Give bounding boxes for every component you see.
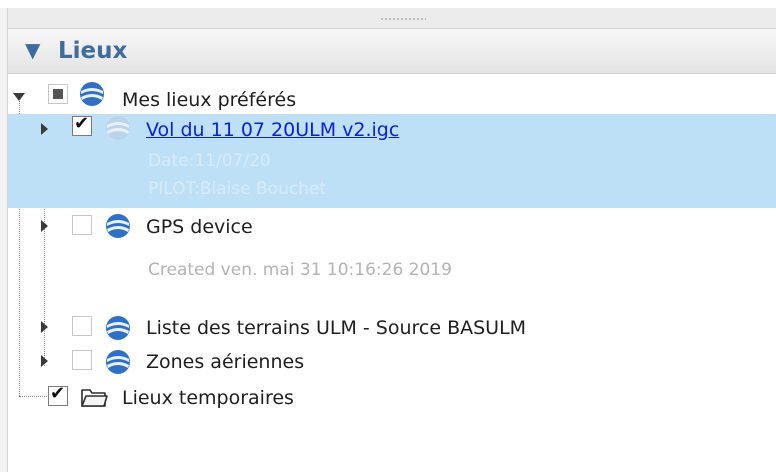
tree-item-lieux-temporaires[interactable]: ✔ Lieux temporaires (8, 382, 776, 416)
expand-down-icon[interactable] (13, 91, 25, 103)
expand-right-icon[interactable] (39, 123, 49, 135)
globe-icon (106, 214, 130, 238)
tree-item-liste-terrains[interactable]: Liste des terrains ULM - Source BASULM (8, 312, 776, 346)
tree-item-zones-aeriennes[interactable]: Zones aériennes (8, 346, 776, 380)
globe-icon (106, 116, 130, 140)
expand-right-icon[interactable] (39, 220, 49, 232)
checkbox-checked[interactable]: ✔ (48, 384, 68, 406)
places-panel: ▼ Lieux Mes lieux préférés ✔ Vol du 11 0… (0, 0, 776, 472)
tree-item-label: Lieux temporaires (122, 387, 294, 409)
item-description: Date:11/07/20 (148, 151, 271, 171)
tree-item-label: Liste des terrains ULM - Source BASULM (146, 317, 527, 339)
checkbox-checked[interactable]: ✔ (72, 114, 92, 136)
tree-item-mes-lieux-preferes[interactable]: Mes lieux préférés (8, 82, 776, 116)
tree-item-gps-device[interactable]: GPS device Created ven. mai 31 10:16:26 … (8, 210, 776, 290)
panel-title: Lieux (58, 38, 128, 64)
checkbox-unchecked[interactable] (72, 350, 92, 370)
places-tree: Mes lieux préférés ✔ Vol du 11 07 20ULM … (8, 74, 776, 472)
item-description: Created ven. mai 31 10:16:26 2019 (148, 260, 452, 280)
globe-icon (80, 82, 104, 106)
expand-right-icon[interactable] (39, 321, 49, 333)
left-edge (0, 8, 8, 472)
places-header[interactable]: ▼ Lieux (8, 28, 776, 74)
tree-item-vol-igc[interactable]: ✔ Vol du 11 07 20ULM v2.igc Date:11/07/2… (8, 114, 776, 208)
globe-icon (106, 316, 130, 340)
tree-item-label: GPS device (146, 216, 253, 238)
tree-item-label: Zones aériennes (146, 351, 305, 373)
checkbox-unchecked[interactable] (72, 316, 92, 336)
grip-icon[interactable] (380, 17, 426, 21)
folder-icon (81, 389, 108, 407)
item-description: PILOT:Blaise Bouchet (148, 179, 327, 199)
globe-icon (106, 350, 130, 374)
tri-state-checkbox[interactable] (48, 84, 68, 104)
checkbox-unchecked[interactable] (72, 215, 92, 235)
expand-right-icon[interactable] (39, 355, 49, 367)
tree-item-label: Mes lieux préférés (122, 89, 297, 111)
panel-resize-bar[interactable] (8, 8, 776, 28)
tree-item-link-label[interactable]: Vol du 11 07 20ULM v2.igc (146, 118, 399, 142)
collapse-arrow-icon[interactable]: ▼ (25, 40, 40, 60)
